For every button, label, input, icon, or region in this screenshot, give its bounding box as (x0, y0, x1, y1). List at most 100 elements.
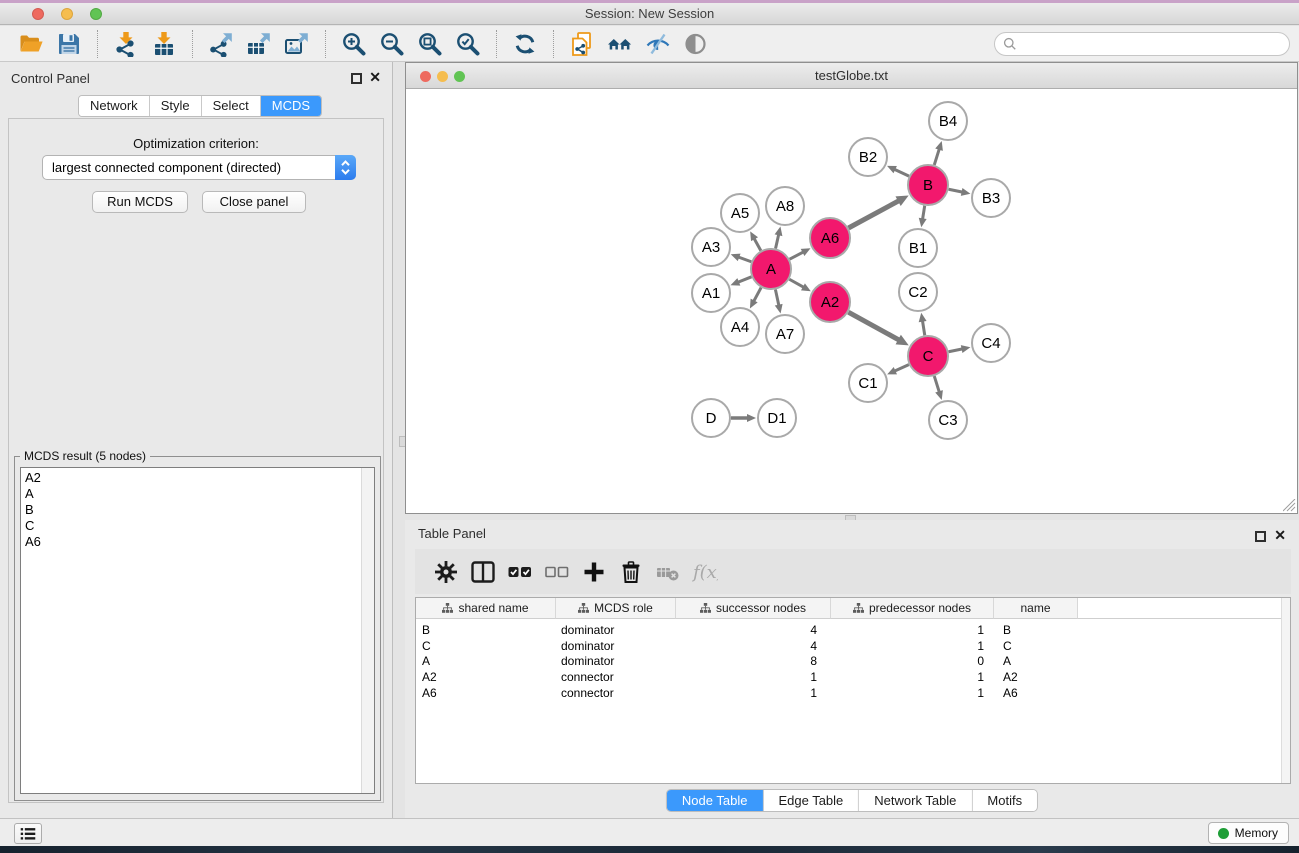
graph-edge-C-C3[interactable] (934, 376, 939, 392)
graph-node-A7[interactable]: A7 (766, 315, 804, 353)
graph-node-C[interactable]: C (908, 336, 948, 376)
graph-node-C2[interactable]: C2 (899, 273, 937, 311)
graph-node-A3[interactable]: A3 (692, 228, 730, 266)
mcds-result-list[interactable]: A2ABCA6 (20, 467, 375, 794)
graph-node-D[interactable]: D (692, 399, 730, 437)
select-all-rows-button[interactable] (506, 557, 533, 587)
table-tab-node-table[interactable]: Node Table (667, 790, 764, 811)
graph-edge-B-B3[interactable] (949, 189, 963, 192)
export-table-button[interactable] (243, 28, 275, 60)
zoom-out-button[interactable] (376, 28, 408, 60)
column-header-shared-name[interactable]: shared name (416, 598, 556, 619)
delete-column-button[interactable] (617, 557, 644, 587)
graph-node-C1[interactable]: C1 (849, 364, 887, 402)
column-visibility-button[interactable] (469, 557, 496, 587)
graph-node-A1[interactable]: A1 (692, 274, 730, 312)
graph-edge-A-A6[interactable] (790, 252, 804, 259)
graph-edge-C-C4[interactable] (949, 349, 963, 352)
tab-style[interactable]: Style (150, 96, 202, 116)
import-table-button[interactable] (148, 28, 180, 60)
export-network-button[interactable] (205, 28, 237, 60)
graph-edge-A-A4[interactable] (754, 288, 761, 302)
graph-edge-A-A7[interactable] (775, 290, 778, 306)
memory-button[interactable]: Memory (1208, 822, 1289, 844)
graph-node-C4[interactable]: C4 (972, 324, 1010, 362)
graph-node-A8[interactable]: A8 (766, 187, 804, 225)
optimization-criterion-select[interactable]: largest connected component (directed) (42, 155, 356, 180)
open-session-button[interactable] (15, 28, 47, 60)
graph-edge-C-C1[interactable] (894, 365, 908, 371)
table-row[interactable]: Adominator80A (416, 653, 1290, 669)
graph-node-B2[interactable]: B2 (849, 138, 887, 176)
network-zoom-traffic-light[interactable] (454, 71, 465, 82)
table-tab-edge-table[interactable]: Edge Table (763, 790, 859, 811)
table-row[interactable]: Bdominator41B (416, 622, 1290, 638)
network-close-traffic-light[interactable] (420, 71, 431, 82)
zoom-in-button[interactable] (338, 28, 370, 60)
run-mcds-button[interactable]: Run MCDS (92, 191, 188, 213)
close-panel-button[interactable]: Close panel (202, 191, 306, 213)
show-graphics-details-button[interactable] (604, 28, 636, 60)
import-network-button[interactable] (110, 28, 142, 60)
graph-node-B4[interactable]: B4 (929, 102, 967, 140)
column-header-predecessor-nodes[interactable]: predecessor nodes (831, 598, 994, 619)
graph-node-B[interactable]: B (908, 165, 948, 205)
graph-node-C3[interactable]: C3 (929, 401, 967, 439)
table-scrollbar[interactable] (1281, 598, 1290, 783)
mcds-result-item[interactable]: A2 (21, 470, 374, 486)
table-tab-motifs[interactable]: Motifs (972, 790, 1037, 811)
resize-grip-icon[interactable] (1283, 499, 1296, 512)
graph-node-B1[interactable]: B1 (899, 229, 937, 267)
table-settings-button[interactable] (432, 557, 459, 587)
table-row[interactable]: A6connector11A6 (416, 685, 1290, 701)
close-panel-icon[interactable]: ✕ (369, 69, 381, 85)
graph-edge-A-A2[interactable] (789, 279, 803, 287)
birdseye-view-button[interactable] (680, 28, 712, 60)
mcds-result-item[interactable]: A (21, 486, 374, 502)
graph-node-A[interactable]: A (751, 249, 791, 289)
refresh-layout-button[interactable] (509, 28, 541, 60)
graph-edge-B-B2[interactable] (894, 169, 909, 176)
result-list-scrollbar[interactable] (361, 468, 374, 793)
network-minimize-traffic-light[interactable] (437, 71, 448, 82)
table-row[interactable]: Cdominator41C (416, 638, 1290, 654)
table-row[interactable]: A2connector11A2 (416, 669, 1290, 685)
search-box[interactable] (994, 32, 1290, 56)
toggle-visibility-button[interactable] (642, 28, 674, 60)
task-history-button[interactable] (14, 823, 42, 844)
graph-edge-A2-C[interactable] (848, 312, 899, 340)
table-tab-network-table[interactable]: Network Table (859, 790, 972, 811)
table-float-panel-icon[interactable] (1255, 531, 1266, 542)
network-canvas[interactable]: A A1 A2 A3 A4 A5 A6 A7 A8 B B1 B2 B3 B4 C C1 C2 C3 C4 D D1 (406, 89, 1297, 513)
zoom-selected-button[interactable] (452, 28, 484, 60)
network-from-selection-button[interactable] (566, 28, 598, 60)
search-input[interactable] (1022, 37, 1289, 51)
float-panel-icon[interactable] (351, 73, 362, 84)
graph-node-D1[interactable]: D1 (758, 399, 796, 437)
deselect-all-rows-button[interactable] (543, 557, 570, 587)
zoom-fit-button[interactable] (414, 28, 446, 60)
graph-edge-A-A5[interactable] (754, 238, 761, 250)
graph-node-A6[interactable]: A6 (810, 218, 850, 258)
graph-node-B3[interactable]: B3 (972, 179, 1010, 217)
graph-node-A2[interactable]: A2 (810, 282, 850, 322)
graph-edge-A6-B[interactable] (848, 201, 899, 228)
graph-edge-A-A1[interactable] (738, 277, 752, 282)
graph-node-A5[interactable]: A5 (721, 194, 759, 232)
mcds-result-item[interactable]: A6 (21, 534, 374, 550)
graph-edge-B-B4[interactable] (934, 149, 939, 165)
graph-edge-A-A8[interactable] (776, 234, 779, 248)
export-image-button[interactable] (281, 28, 313, 60)
tab-select[interactable]: Select (202, 96, 261, 116)
graph-edge-B-B1[interactable] (923, 206, 925, 220)
save-session-button[interactable] (53, 28, 85, 60)
column-header-mcds-role[interactable]: MCDS role (556, 598, 676, 619)
column-header-name[interactable]: name (994, 598, 1078, 619)
column-header-successor-nodes[interactable]: successor nodes (676, 598, 831, 619)
graph-node-A4[interactable]: A4 (721, 308, 759, 346)
tab-network[interactable]: Network (79, 96, 150, 116)
table-close-panel-icon[interactable]: ✕ (1274, 527, 1286, 543)
mcds-result-item[interactable]: C (21, 518, 374, 534)
tab-mcds[interactable]: MCDS (261, 96, 321, 116)
graph-edge-A-A3[interactable] (738, 257, 751, 262)
